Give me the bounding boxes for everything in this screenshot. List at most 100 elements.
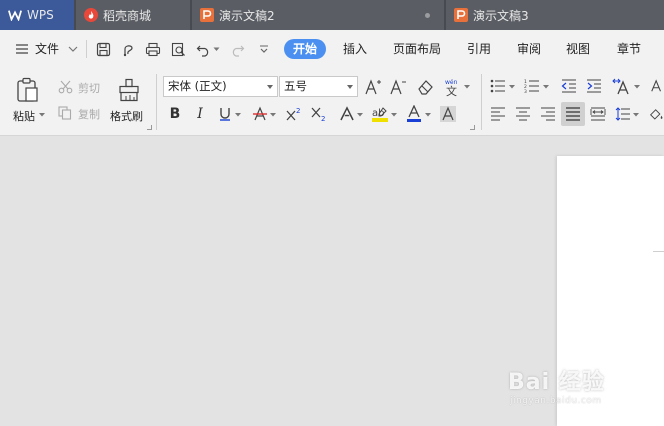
chevron-down-icon[interactable] [424, 112, 432, 118]
watermark-url: jingyan.baidu.com [510, 396, 602, 406]
copy-button[interactable]: 复制 [78, 106, 100, 122]
eraser-icon[interactable] [414, 77, 436, 97]
chevron-down-icon[interactable] [211, 40, 221, 58]
grow-font-icon[interactable] [363, 77, 383, 97]
svg-text:2: 2 [321, 115, 325, 122]
svg-text:2: 2 [296, 107, 300, 115]
chevron-down-icon[interactable] [269, 112, 277, 118]
format-tool-icon[interactable] [119, 40, 137, 58]
subscript-icon[interactable]: 2 [309, 104, 329, 124]
margin-guide [653, 251, 664, 252]
undo-icon[interactable] [194, 40, 212, 58]
tab-presentation-3[interactable]: 演示文稿3 [446, 0, 664, 30]
tab-view[interactable]: 视图 [566, 39, 590, 59]
tab-home[interactable]: 开始 [284, 39, 327, 59]
chevron-down-icon[interactable] [508, 84, 516, 90]
font-color-icon[interactable] [404, 104, 424, 124]
phonetic-guide-icon[interactable]: wén 文 [443, 76, 463, 98]
format-painter-icon[interactable] [115, 76, 143, 104]
bullet-list-icon[interactable] [489, 77, 507, 95]
highlight-icon[interactable]: ab [370, 104, 390, 124]
baidu-jingyan-watermark: Bai 经验 jingyan.baidu.com [508, 354, 658, 414]
increase-indent-icon[interactable] [584, 77, 604, 95]
chevron-down-icon[interactable] [356, 112, 364, 118]
tab-label: 稻壳商城 [103, 8, 152, 23]
tab-page-layout[interactable]: 页面布局 [393, 39, 441, 59]
chevron-down-icon[interactable] [234, 112, 242, 118]
font-size-select[interactable]: 五号 [279, 76, 358, 97]
home-ribbon: 粘贴 剪切 复制 格式刷 宋体 (正文) 五号 wén 文 B I 2 2 ab… [0, 68, 664, 136]
chevron-down-icon[interactable] [390, 112, 398, 118]
watermark-logo-text: Bai 经验 [508, 370, 605, 395]
chevron-down-icon[interactable] [39, 112, 45, 118]
save-icon[interactable] [94, 40, 112, 58]
line-spacing-icon[interactable] [614, 104, 632, 124]
menu-bar: 文件 开始 插入 页面布局 引用 审阅 视图 章节 [0, 30, 664, 68]
print-icon[interactable] [144, 40, 162, 58]
redo-icon[interactable] [228, 40, 246, 58]
bold-icon[interactable]: B [166, 104, 184, 124]
unsaved-dot-icon [425, 13, 430, 18]
title-tab-bar: WPS 稻壳商城 演示文稿2 演示文稿3 [0, 0, 664, 30]
tab-docer-store[interactable]: 稻壳商城 [76, 0, 190, 30]
change-case-icon[interactable] [611, 76, 633, 96]
cut-button[interactable]: 剪切 [78, 80, 100, 96]
justify-icon[interactable] [561, 102, 585, 126]
wps-tab-label: WPS [27, 8, 54, 22]
chevron-down-icon[interactable] [542, 84, 550, 90]
align-right-icon[interactable] [539, 104, 557, 124]
wps-logo-icon [8, 8, 22, 22]
font-group-launcher[interactable] [470, 125, 475, 130]
separator [156, 74, 157, 130]
separator [86, 40, 87, 58]
decrease-indent-icon[interactable] [559, 77, 579, 95]
chevron-down-icon[interactable] [633, 84, 641, 90]
tab-insert[interactable]: 插入 [343, 39, 367, 59]
shrink-font-icon[interactable] [388, 77, 408, 97]
font-name-value: 宋体 (正文) [168, 79, 227, 93]
text-direction-icon[interactable] [650, 77, 664, 95]
presentation-file-icon [454, 8, 468, 22]
paste-button[interactable]: 粘贴 [13, 108, 35, 124]
tab-presentation-2[interactable]: 演示文稿2 [192, 0, 444, 30]
wps-home-tab[interactable]: WPS [0, 0, 74, 30]
font-size-value: 五号 [284, 79, 307, 93]
chevron-down-icon[interactable] [632, 112, 640, 118]
chevron-down-icon[interactable] [64, 40, 82, 58]
italic-icon[interactable]: I [191, 104, 209, 124]
presentation-file-icon [200, 8, 214, 22]
numbered-list-icon[interactable]: 123 [523, 77, 541, 95]
customize-quick-access-icon[interactable] [255, 40, 273, 58]
separator [481, 74, 482, 130]
align-center-icon[interactable] [514, 104, 532, 124]
tab-references[interactable]: 引用 [467, 39, 491, 59]
chevron-down-icon [267, 85, 273, 89]
tab-label: 演示文稿3 [473, 8, 529, 23]
underline-icon[interactable] [216, 104, 234, 124]
copy-icon[interactable] [57, 106, 73, 120]
superscript-icon[interactable]: 2 [284, 104, 304, 124]
svg-text:文: 文 [446, 84, 457, 97]
chevron-down-icon[interactable] [463, 84, 471, 90]
font-name-select[interactable]: 宋体 (正文) [163, 76, 278, 97]
svg-text:ab: ab [372, 108, 384, 119]
paste-clipboard-icon[interactable] [14, 76, 42, 104]
file-menu[interactable]: 文件 [35, 39, 59, 59]
hamburger-menu-icon[interactable] [13, 40, 31, 58]
tab-section[interactable]: 章节 [617, 39, 641, 59]
format-painter-button[interactable]: 格式刷 [110, 108, 143, 124]
clipboard-group-launcher[interactable] [147, 125, 152, 130]
paragraph-shading-icon[interactable] [649, 104, 664, 124]
print-preview-icon[interactable] [169, 40, 187, 58]
strikethrough-icon[interactable] [250, 104, 270, 124]
character-shading-icon[interactable] [438, 104, 458, 124]
scissors-icon[interactable] [57, 80, 73, 94]
flame-icon [84, 8, 98, 22]
svg-text:3: 3 [524, 89, 527, 93]
tab-label: 演示文稿2 [219, 8, 275, 23]
text-effects-icon[interactable] [337, 104, 357, 124]
chevron-down-icon [347, 85, 353, 89]
align-left-icon[interactable] [489, 104, 507, 124]
tab-review[interactable]: 审阅 [517, 39, 541, 59]
distributed-align-icon[interactable] [589, 104, 607, 124]
